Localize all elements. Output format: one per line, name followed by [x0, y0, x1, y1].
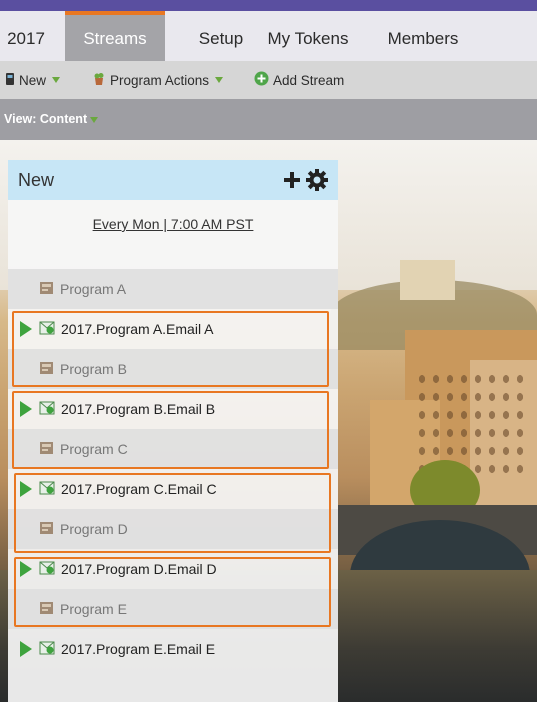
program-label: Program A: [60, 281, 127, 297]
gear-icon[interactable]: [305, 168, 329, 192]
play-icon[interactable]: [20, 641, 32, 657]
tab-streams[interactable]: Streams: [65, 11, 165, 61]
new-icon: [5, 72, 15, 89]
toolbar: New Program Actions Add Stream: [0, 61, 537, 99]
program-icon: [39, 280, 54, 298]
add-stream-button[interactable]: Add Stream: [254, 61, 344, 99]
list-item-program[interactable]: Program A: [8, 269, 338, 309]
stream-title: New: [18, 170, 55, 190]
highlight-box: [12, 391, 329, 469]
tab-bar: 2017 Streams Setup My Tokens Members: [0, 11, 537, 61]
email-label: 2017.Program E.Email E: [61, 641, 216, 657]
highlight-box: [14, 473, 331, 553]
tab-members[interactable]: Members: [372, 11, 474, 61]
add-icon: [254, 71, 269, 89]
chevron-down-icon: [215, 77, 224, 83]
add-stream-label: Add Stream: [273, 72, 345, 88]
email-icon: [39, 641, 55, 658]
highlight-box: [14, 557, 331, 627]
tab-2017[interactable]: 2017: [0, 11, 52, 61]
program-actions-label: Program Actions: [110, 72, 210, 88]
program-actions-button[interactable]: Program Actions: [92, 61, 224, 99]
tab-my-tokens[interactable]: My Tokens: [254, 11, 362, 61]
view-selector[interactable]: View: Content: [4, 99, 87, 140]
stream-panel-header: New: [8, 160, 338, 200]
view-bar: View: Content: [0, 99, 537, 140]
plus-icon[interactable]: [282, 169, 302, 191]
top-accent-bar: [0, 0, 537, 11]
new-menu-button[interactable]: New: [5, 61, 61, 99]
program-actions-icon: [92, 72, 106, 89]
new-label: New: [19, 72, 47, 88]
highlight-box: [12, 311, 329, 387]
stream-schedule-link[interactable]: Every Mon | 7:00 AM PST: [8, 216, 338, 232]
chevron-down-icon: [52, 77, 61, 83]
chevron-down-icon[interactable]: [90, 117, 98, 123]
list-item-email[interactable]: 2017.Program E.Email E: [8, 629, 338, 669]
